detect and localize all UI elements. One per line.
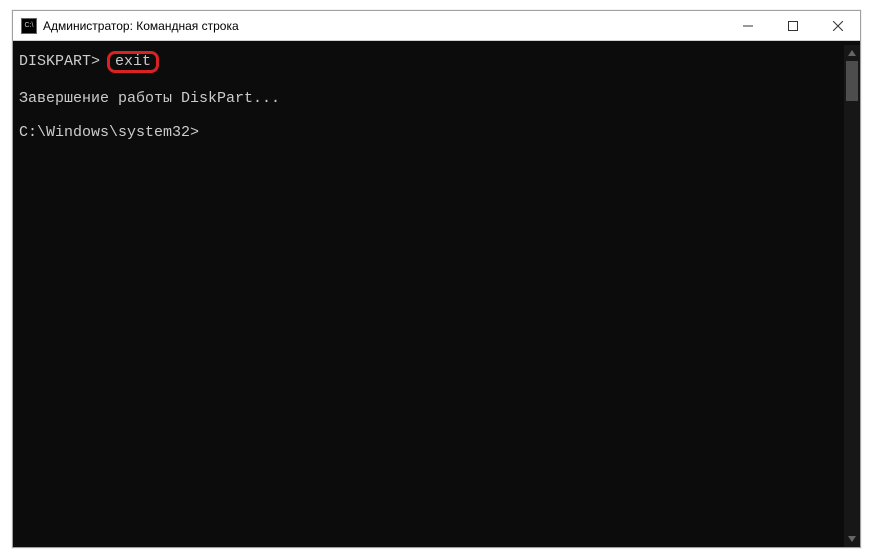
terminal-scrollbar[interactable] [844, 45, 860, 547]
terminal-area: DISKPART> exit Завершение работы DiskPart… [13, 41, 860, 547]
diskpart-prompt: DISKPART> [19, 53, 100, 70]
terminal-line: C:\Windows\system32> [19, 124, 838, 141]
titlebar[interactable]: C:\ Администратор: Командная строка [13, 11, 860, 41]
scrollbar-thumb[interactable] [846, 61, 858, 101]
window-controls [725, 11, 860, 40]
terminal-blank-line [19, 73, 838, 90]
cmd-window: C:\ Администратор: Командная строка DISK… [12, 10, 861, 548]
terminal-output[interactable]: DISKPART> exit Завершение работы DiskPart… [13, 45, 844, 547]
terminal-blank-line [19, 107, 838, 124]
scrollbar-down-button[interactable] [844, 531, 860, 547]
close-button[interactable] [815, 11, 860, 40]
highlighted-command: exit [107, 51, 159, 73]
cmd-icon-text: C:\ [25, 22, 34, 29]
cmd-prompt: C:\Windows\system32> [19, 124, 199, 141]
terminal-line: DISKPART> exit [19, 51, 838, 73]
window-title: Администратор: Командная строка [43, 19, 725, 33]
minimize-button[interactable] [725, 11, 770, 40]
maximize-button[interactable] [770, 11, 815, 40]
scrollbar-up-button[interactable] [844, 45, 860, 61]
terminal-line: Завершение работы DiskPart... [19, 90, 838, 107]
cmd-icon: C:\ [21, 18, 37, 34]
